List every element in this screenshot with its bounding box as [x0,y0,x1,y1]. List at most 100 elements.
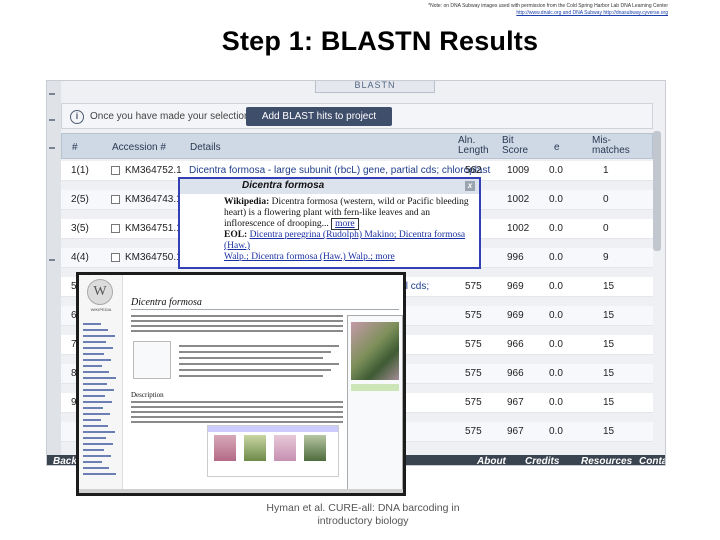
selection-bar: i Once you have made your selection you … [61,103,653,129]
strip-mark [49,147,55,149]
row-number: 3(5) [71,223,89,234]
aln-length: 575 [465,397,482,408]
text-line [131,406,343,408]
sidebar-link-line[interactable] [83,407,103,409]
col-bit-score[interactable]: Bit Score [502,136,538,156]
walp-links[interactable]: Walp.; Dicentra formosa (Haw.) Walp.; mo… [224,252,395,262]
scrollbar[interactable] [653,131,661,251]
aln-length: 575 [465,281,482,292]
sidebar-link-line[interactable] [83,455,111,457]
sidebar-link-line[interactable] [83,425,108,427]
popup-header: Dicentra formosa x [180,179,479,194]
accession-link[interactable]: KM364751.1 [125,223,182,234]
accession-link[interactable]: KM364752.1 [125,165,182,176]
e-value: 0.0 [549,252,563,263]
row-checkbox[interactable] [111,253,120,262]
col-accession[interactable]: Accession # [112,142,166,153]
sidebar-link-line[interactable] [83,467,109,469]
wiki-infobox [347,315,403,493]
sidebar-link-line[interactable] [83,323,101,325]
e-value: 0.0 [549,339,563,350]
sidebar-link-line[interactable] [83,377,116,379]
close-icon[interactable]: x [465,181,475,191]
sidebar-link-line[interactable] [83,431,115,433]
gallery-image[interactable] [304,435,326,461]
sidebar-link-line[interactable] [83,329,108,331]
add-blast-hits-button[interactable]: Add BLAST hits to project [246,107,392,126]
sidebar-link-line[interactable] [83,473,116,475]
bit-score: 969 [507,281,524,292]
bit-score: 1002 [507,223,530,234]
row-checkbox[interactable] [111,224,120,233]
bit-score: 969 [507,310,524,321]
accession-link[interactable]: KM364750.1 [125,252,182,263]
sidebar-link-line[interactable] [83,413,110,415]
plant-photo[interactable] [351,322,399,380]
wiki-toc [133,341,171,379]
nav-credits[interactable]: Credits [525,456,559,465]
mismatches: 15 [603,397,615,408]
blast-tab[interactable]: BLASTN [315,81,435,93]
mismatches: 15 [603,368,615,379]
mismatches: 15 [603,310,615,321]
bit-score: 967 [507,397,524,408]
col-e-value[interactable]: e [554,142,560,153]
mismatches: 15 [603,281,615,292]
text-line [131,416,343,418]
mismatches: 9 [603,252,609,263]
wiki-gallery [207,425,339,477]
footer-citation: Hyman et al. CURE-all: DNA barcoding in … [266,502,460,527]
col-mismatches[interactable]: Mis-matches [592,136,636,156]
sidebar-link-line[interactable] [83,365,102,367]
mismatches: 1 [603,165,609,176]
aln-length: 562 [465,165,482,176]
mismatches: 0 [603,223,609,234]
nav-contact[interactable]: Contac [639,456,665,465]
sidebar-link-line[interactable] [83,341,106,343]
gallery-image[interactable] [244,435,266,461]
horizontal-scrollbar[interactable] [79,489,403,493]
sidebar-link-line[interactable] [83,395,105,397]
col-details[interactable]: Details [190,142,221,153]
sidebar-link-line[interactable] [83,335,115,337]
sidebar-link-line[interactable] [83,353,104,355]
row-checkbox[interactable] [111,195,120,204]
sidebar-link-line[interactable] [83,383,107,385]
sidebar-link-line[interactable] [83,389,114,391]
sidebar-link-line[interactable] [83,401,112,403]
gallery-image[interactable] [274,435,296,461]
details-text[interactable]: Dicentra formosa - large subunit (rbcL) … [189,165,490,176]
col-aln-length[interactable]: Aln. Length [458,136,498,156]
strip-mark [49,119,55,121]
nav-back[interactable]: Back [53,456,77,465]
credit-line-1: *Note: on DNA Subway images used with pe… [428,3,668,9]
wiki-article-title: Dicentra formosa [131,297,202,308]
image-credit: *Note: on DNA Subway images used with pe… [338,3,668,17]
table-header: # Accession # Details Aln. Length Bit Sc… [61,133,653,159]
text-line [131,320,343,322]
sidebar-link-line[interactable] [83,347,113,349]
sidebar-link-line[interactable] [83,371,109,373]
text-line [179,369,331,371]
sidebar-link-line[interactable] [83,449,104,451]
accession-link[interactable]: KM364743.1 [125,194,182,205]
more-link[interactable]: more [331,218,359,230]
slide-title: Step 1: BLASTN Results [221,26,539,56]
sidebar-link-line[interactable] [83,443,113,445]
sidebar-link-line[interactable] [83,359,111,361]
sidebar-link-line[interactable] [83,437,106,439]
credit-line-2[interactable]: http://www.dnalc.org and DNA Subway http… [338,10,668,17]
sidebar-link-line[interactable] [83,419,101,421]
nav-resources[interactable]: Resources [581,456,632,465]
nav-about[interactable]: About [477,456,506,465]
gallery-image[interactable] [214,435,236,461]
wiki-description-heading: Description [131,391,164,399]
eol-links[interactable]: Dicentra peregrina (Rudolph) Makino; Dic… [224,230,465,251]
strip-mark [49,259,55,261]
col-number: # [72,142,78,153]
sidebar-link-line[interactable] [83,461,102,463]
bit-score: 966 [507,339,524,350]
e-value: 0.0 [549,281,563,292]
e-value: 0.0 [549,426,563,437]
row-checkbox[interactable] [111,166,120,175]
